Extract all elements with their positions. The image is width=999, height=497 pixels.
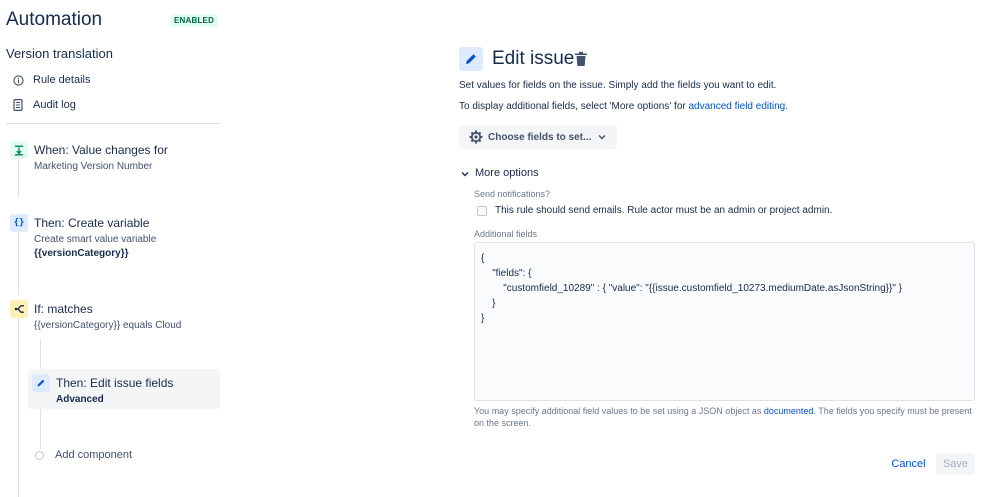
more-options-toggle[interactable]: More options [461, 167, 539, 179]
divider [6, 123, 220, 124]
send-notifications-row[interactable]: This rule should send emails. Rule actor… [477, 205, 832, 216]
chevron-down-icon [598, 133, 606, 141]
menu-item-label: Audit log [33, 99, 76, 111]
info-icon [12, 74, 24, 86]
help-text: You may specify additional field values … [474, 406, 764, 416]
choose-fields-button[interactable]: Choose fields to set... [459, 125, 617, 149]
send-notifications-label: Send notifications? [474, 189, 551, 199]
step-trigger[interactable]: When: Value changes for Marketing Versio… [10, 141, 220, 175]
step-condition[interactable]: If: matches {{versionCategory}} equals C… [10, 300, 220, 336]
step-variable-name: {{versionCategory}} [34, 248, 129, 259]
branch-connector [40, 409, 41, 449]
json-line: } [481, 298, 496, 309]
add-component-label: Add component [55, 449, 133, 461]
step-title: If: matches [34, 302, 93, 316]
additional-fields-help: You may specify additional field values … [474, 405, 979, 429]
step-subtitle: {{versionCategory}} equals Cloud [34, 320, 182, 331]
braces-icon: {} [10, 214, 28, 232]
panel-description-advanced: To display additional fields, select 'Mo… [459, 101, 788, 112]
desc-text: . [785, 101, 789, 112]
json-line: } [481, 313, 485, 324]
trigger-icon [10, 141, 28, 159]
pencil-icon [32, 374, 50, 392]
chevron-down-icon [461, 169, 469, 177]
advanced-field-editing-link[interactable]: advanced field editing [689, 101, 786, 112]
step-title: Then: Create variable [34, 216, 150, 230]
json-line: { [481, 253, 485, 264]
choose-fields-label: Choose fields to set... [488, 131, 592, 143]
sidebar: Automation ENABLED Version translation R… [0, 0, 225, 497]
send-notifications-text: This rule should send emails. Rule actor… [495, 205, 833, 216]
json-line: "fields": { [481, 268, 532, 279]
step-subtitle: Create smart value variable [34, 234, 157, 245]
add-component-button[interactable]: Add component [35, 449, 132, 461]
desc-text: To display additional fields, select 'Mo… [459, 101, 689, 112]
trash-icon[interactable] [574, 51, 588, 67]
additional-fields-editor[interactable]: { "fields": { "customfield_10289" : { "v… [474, 242, 975, 401]
panel-title: Edit issue [492, 48, 575, 69]
status-badge[interactable]: ENABLED [170, 14, 219, 27]
step-create-variable[interactable]: {} Then: Create variable Create smart va… [10, 214, 220, 262]
branch-connector [40, 340, 41, 370]
pencil-icon [459, 47, 483, 71]
more-options-label: More options [475, 167, 539, 179]
cancel-button[interactable]: Cancel [886, 453, 931, 475]
save-button[interactable]: Save [936, 453, 975, 475]
app-title: Automation [6, 9, 103, 30]
step-title: When: Value changes for [34, 143, 168, 157]
menu-item-label: Rule details [33, 74, 91, 86]
additional-fields-label: Additional fields [474, 229, 538, 239]
step-edit-issue[interactable]: Then: Edit issue fields Advanced [32, 374, 218, 406]
send-notifications-checkbox[interactable] [477, 205, 487, 216]
menu-item-rule-details[interactable]: Rule details [12, 72, 90, 88]
branch-icon [10, 300, 28, 318]
panel-description: Set values for fields on the issue. Simp… [459, 80, 777, 91]
menu-item-audit-log[interactable]: Audit log [12, 97, 76, 113]
step-subtitle: Marketing Version Number [34, 161, 153, 172]
rule-name: Version translation [6, 46, 113, 61]
step-subtitle: Advanced [56, 394, 104, 405]
document-icon [12, 99, 24, 111]
documented-link[interactable]: documented [764, 406, 814, 416]
gear-icon [469, 130, 483, 144]
json-line: "customfield_10289" : { "value": "{{issu… [481, 283, 902, 294]
step-title: Then: Edit issue fields [56, 376, 174, 390]
add-dot-icon [35, 450, 44, 460]
flow-connector [18, 318, 19, 497]
